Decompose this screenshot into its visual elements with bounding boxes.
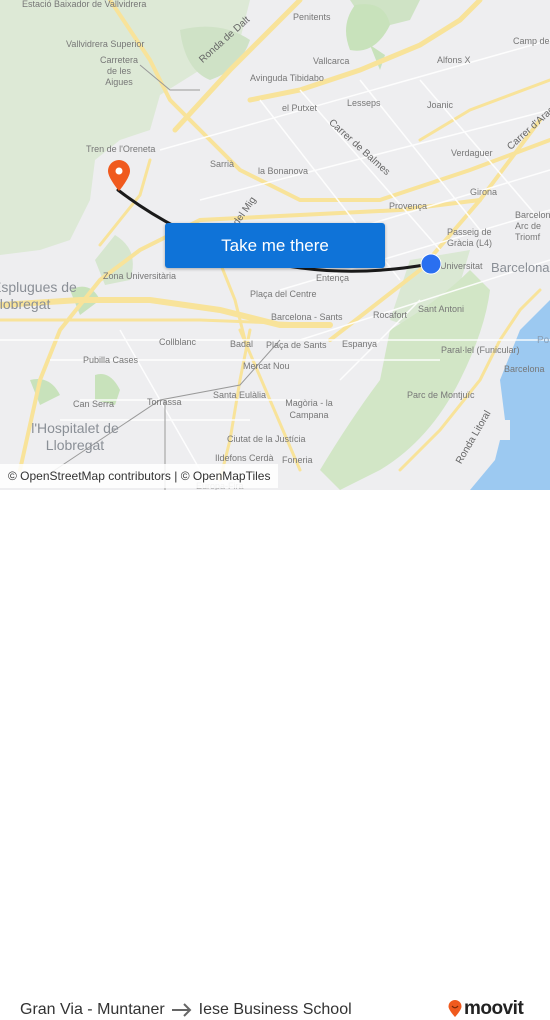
footer: Gran Via - Muntaner Iese Business School… [0, 490, 550, 1019]
take-me-there-button[interactable]: Take me there [165, 223, 385, 268]
map-label: Magòria - la Campana [285, 398, 333, 420]
origin-marker-icon[interactable] [420, 253, 442, 275]
destination-name: Iese Business School [198, 1001, 352, 1018]
map-label: Alfons X [437, 55, 471, 65]
map-label: Torrassa [147, 397, 182, 407]
map-label: Sant Antoni [418, 304, 465, 314]
map-label: Sarrià [210, 159, 235, 169]
map-label: Tren de l'Oreneta [86, 144, 156, 154]
map-label: Entença [316, 273, 350, 283]
map-label: Espanya [342, 339, 378, 349]
map-label: Ciutat de la Justícia [227, 434, 306, 444]
map-label: Verdaguer [451, 148, 493, 158]
map-label: el Putxet [282, 103, 318, 113]
city-label: Barcelona [491, 260, 550, 275]
map-label: Rocafort [373, 310, 408, 320]
map-label: Ildefons Cerdà [215, 453, 274, 463]
moovit-pin-icon [448, 1000, 462, 1017]
map-label: Badal [230, 339, 254, 349]
map-label: Estació Baixador de Vallvidrera [22, 0, 147, 9]
map-label: Collblanc [159, 337, 197, 347]
map-label: Barcelona - Sants [271, 312, 343, 322]
map-label: Joanic [427, 100, 454, 110]
map-label: Avinguda Tibidabo [250, 73, 324, 83]
map-label: Mercat Nou [243, 361, 290, 371]
map-label: la Bonanova [258, 166, 309, 176]
map-label: Paral·lel (Funicular) [441, 345, 520, 355]
brand-name: moovit [464, 998, 524, 1019]
map-label: Girona [470, 187, 498, 197]
map[interactable]: Estació Baixador de Vallvidrera Vallvidr… [0, 0, 550, 490]
map-label: Plaça de Sants [266, 340, 327, 350]
map-label: Po [537, 335, 550, 346]
city-label: Esplugues de Llobregat [0, 279, 77, 312]
map-label: Plaça del Centre [250, 289, 317, 299]
map-label: Zona Universitària [103, 271, 177, 281]
map-label: Carretera de les Aigues [99, 55, 138, 87]
arrow-right-icon [171, 1003, 192, 1017]
city-label: l'Hospitalet de Llobregat [31, 420, 119, 453]
map-label: Passeig de Gràcia (L4) [447, 227, 493, 248]
map-attribution[interactable]: © OpenStreetMap contributors | © OpenMap… [0, 464, 279, 488]
map-label: Vallvidrera Superior [66, 39, 145, 49]
map-label: Foneria [282, 455, 313, 465]
map-label: Parc de Montjuïc [407, 390, 475, 400]
map-label: Pubilla Cases [83, 355, 139, 365]
map-label: Barcelona [504, 364, 545, 374]
map-label: Universitat [440, 261, 483, 271]
map-label: Lesseps [347, 98, 381, 108]
moovit-logo: moovit [448, 998, 524, 1020]
map-label: Santa Eulàlia [213, 390, 267, 400]
route-summary: Gran Via - Muntaner Iese Business School [20, 1001, 352, 1019]
origin-name: Gran Via - Muntaner [20, 1001, 165, 1018]
map-label: Can Serra [73, 399, 115, 409]
map-label: Penitents [293, 12, 331, 22]
map-label: Provença [389, 201, 428, 211]
map-label: Vallcarca [313, 56, 350, 66]
destination-pin-icon[interactable] [107, 160, 131, 192]
map-label: Camp de l' [513, 36, 550, 46]
map-label: Barcelona Arc de Triomf [515, 210, 550, 242]
